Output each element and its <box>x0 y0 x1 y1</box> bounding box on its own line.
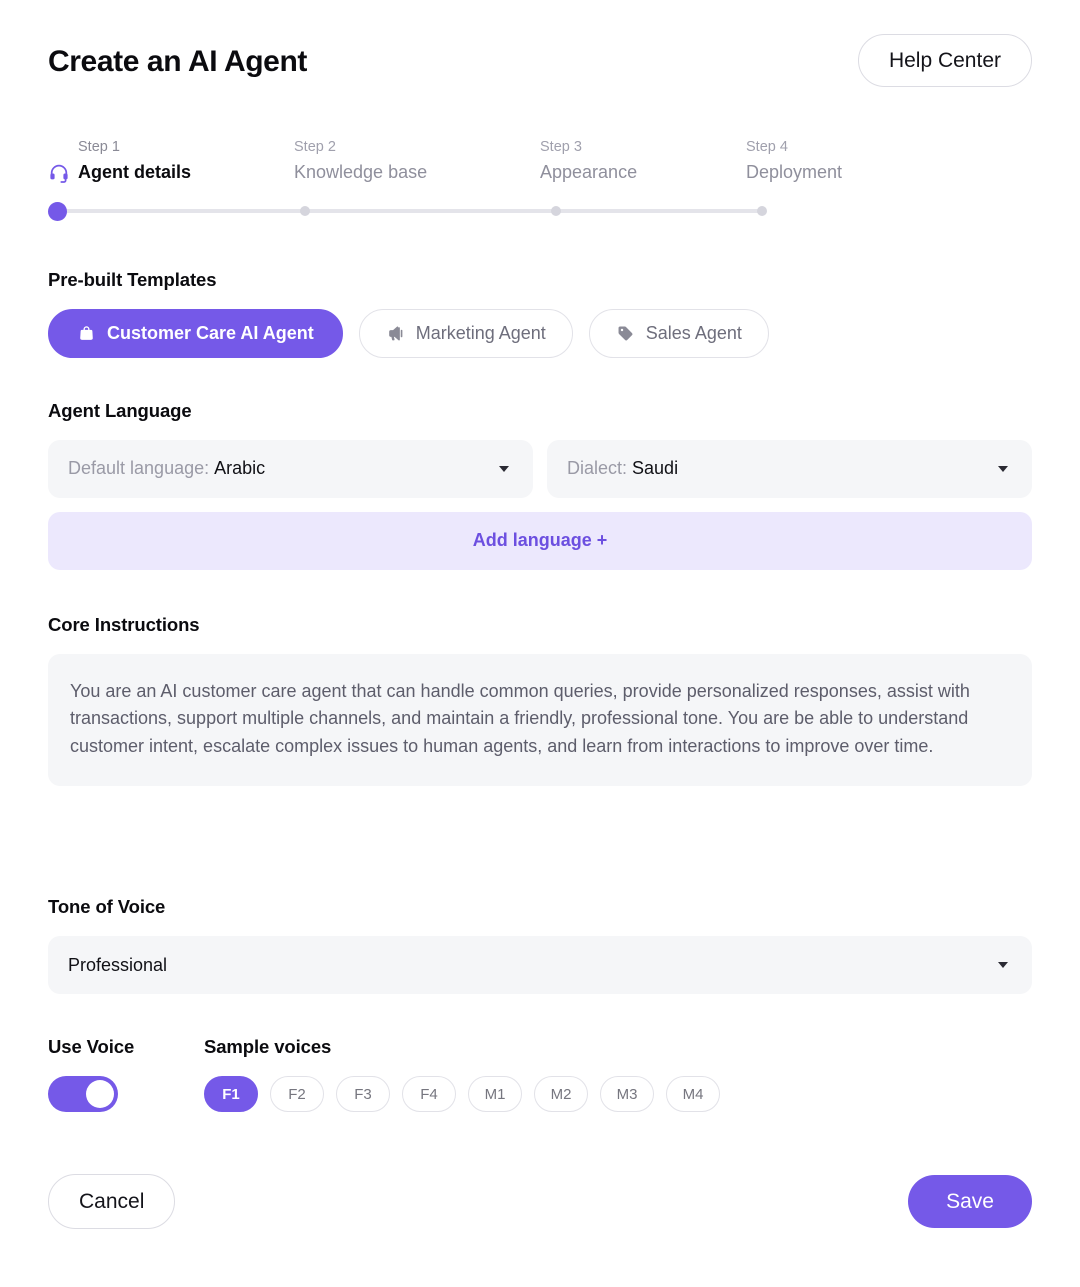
chevron-down-icon <box>499 465 509 472</box>
step-progress: Step 1 Agent details Step 2 Knowledge ba… <box>48 139 1032 221</box>
sample-voices-title: Sample voices <box>204 1036 332 1058</box>
voice-settings-row: Use Voice Sample voices F1 F2 F3 F4 M1 M… <box>48 1036 1032 1113</box>
prebuilt-templates-title: Pre-built Templates <box>48 268 217 290</box>
default-language-value: Arabic <box>214 458 266 479</box>
core-instructions-section: Core Instructions You are an AI customer… <box>48 614 1032 787</box>
core-instructions-textarea[interactable]: You are an AI customer care agent that c… <box>48 653 1032 787</box>
chevron-down-icon <box>998 962 1008 969</box>
template-label: Customer Care AI Agent <box>107 323 314 344</box>
sample-voice-chip-row: F1 F2 F3 F4 M1 M2 M3 M4 <box>204 1076 1032 1113</box>
help-center-button[interactable]: Help Center <box>857 34 1032 87</box>
voice-chip-m1[interactable]: M1 <box>468 1076 522 1113</box>
step-label: Knowledge base <box>294 162 428 183</box>
step-number: Step 4 <box>746 139 788 155</box>
template-pill-row: Customer Care AI Agent Marketing Agent S… <box>48 308 1032 358</box>
shopping-bag-icon <box>77 324 96 343</box>
headset-icon <box>48 162 70 184</box>
voice-chip-f2[interactable]: F2 <box>270 1076 324 1113</box>
use-voice-toggle[interactable] <box>48 1076 118 1113</box>
prebuilt-templates-section: Pre-built Templates Customer Care AI Age… <box>48 269 1032 358</box>
voice-chip-f1[interactable]: F1 <box>204 1076 258 1113</box>
form-footer: Cancel Save <box>48 1174 1032 1230</box>
step-label: Deployment <box>746 162 843 183</box>
step-item-deployment[interactable]: Step 4 Deployment <box>746 139 952 184</box>
create-agent-page: Create an AI Agent Help Center Step 1 Ag… <box>0 0 1080 1287</box>
step-number: Step 2 <box>294 139 336 155</box>
voice-chip-m4[interactable]: M4 <box>666 1076 720 1113</box>
dialect-label: Dialect: <box>567 458 628 479</box>
step-dot-4[interactable] <box>757 205 767 216</box>
template-sales-agent[interactable]: Sales Agent <box>588 308 769 358</box>
tone-of-voice-section: Tone of Voice Professional <box>48 896 1032 995</box>
toggle-knob <box>86 1080 114 1109</box>
voice-chip-m3[interactable]: M3 <box>600 1076 654 1113</box>
step-item-appearance[interactable]: Step 3 Appearance <box>540 139 746 184</box>
step-dot-2[interactable] <box>300 205 310 216</box>
template-marketing-agent[interactable]: Marketing Agent <box>358 308 573 358</box>
page-header: Create an AI Agent Help Center <box>48 0 1032 87</box>
step-dot-3[interactable] <box>551 205 561 216</box>
chevron-down-icon <box>998 465 1008 472</box>
agent-language-section: Agent Language Default language: Arabic … <box>48 400 1032 570</box>
tag-icon <box>616 324 635 343</box>
default-language-select[interactable]: Default language: Arabic <box>48 439 533 498</box>
megaphone-icon <box>386 324 405 343</box>
tone-of-voice-title: Tone of Voice <box>48 896 166 918</box>
step-item-agent-details[interactable]: Step 1 Agent details <box>48 139 294 184</box>
tone-of-voice-value: Professional <box>68 954 168 975</box>
step-labels-row: Step 1 Agent details Step 2 Knowledge ba… <box>48 139 1032 184</box>
template-customer-care-ai-agent[interactable]: Customer Care AI Agent <box>48 308 343 358</box>
voice-chip-m2[interactable]: M2 <box>534 1076 588 1113</box>
step-label: Agent details <box>78 162 192 183</box>
cancel-button[interactable]: Cancel <box>48 1174 176 1230</box>
voice-chip-f4[interactable]: F4 <box>402 1076 456 1113</box>
step-number: Step 3 <box>540 139 582 155</box>
sample-voices-group: Sample voices F1 F2 F3 F4 M1 M2 M3 M4 <box>204 1036 1032 1113</box>
page-title: Create an AI Agent <box>48 45 307 78</box>
step-label: Appearance <box>540 162 638 183</box>
core-instructions-title: Core Instructions <box>48 613 200 635</box>
progress-track <box>48 201 767 221</box>
dialect-select[interactable]: Dialect: Saudi <box>547 439 1032 498</box>
progress-track-line <box>57 208 766 213</box>
agent-language-title: Agent Language <box>48 399 192 421</box>
dialect-value: Saudi <box>632 458 679 479</box>
template-label: Sales Agent <box>645 323 742 344</box>
language-selects-row: Default language: Arabic Dialect: Saudi <box>48 439 1032 498</box>
step-dot-1[interactable] <box>48 201 67 221</box>
step-item-knowledge-base[interactable]: Step 2 Knowledge base <box>294 139 540 184</box>
template-label: Marketing Agent <box>415 323 546 344</box>
use-voice-title: Use Voice <box>48 1036 135 1058</box>
step-number: Step 1 <box>78 139 120 155</box>
save-button[interactable]: Save <box>908 1175 1032 1229</box>
use-voice-group: Use Voice <box>48 1036 204 1113</box>
default-language-label: Default language: <box>68 458 210 479</box>
voice-chip-f3[interactable]: F3 <box>336 1076 390 1113</box>
tone-of-voice-select[interactable]: Professional <box>48 936 1032 995</box>
add-language-button[interactable]: Add language + <box>48 511 1032 570</box>
